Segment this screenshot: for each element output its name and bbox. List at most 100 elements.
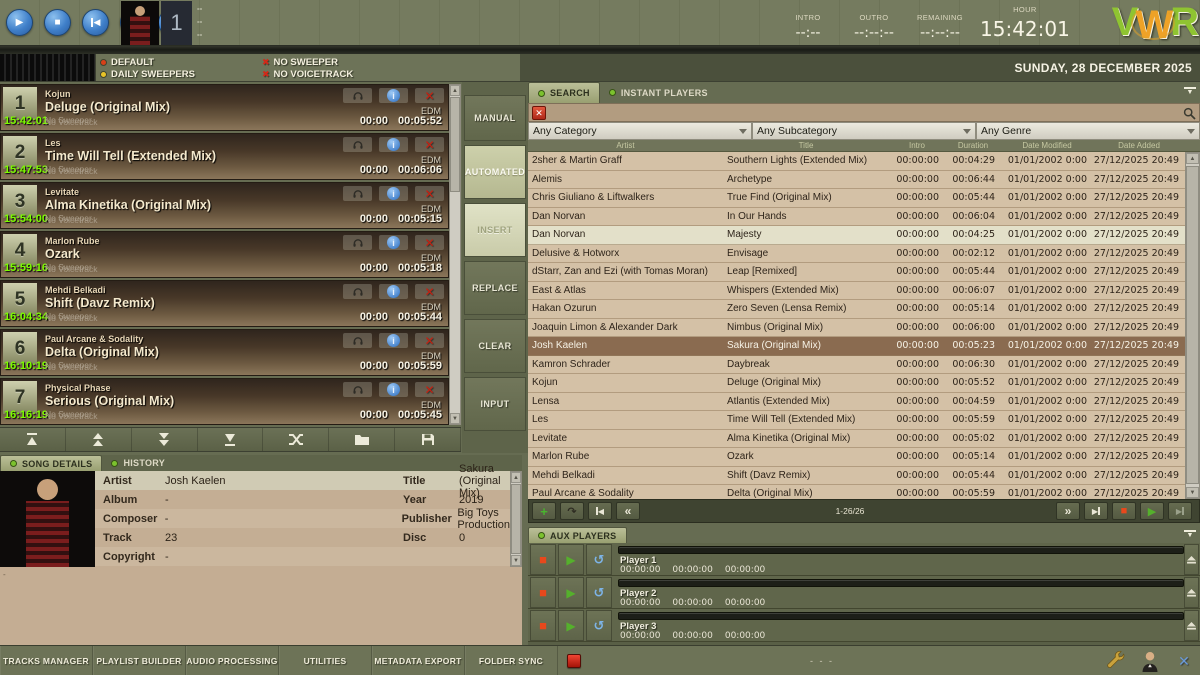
scroll-down-icon[interactable]: ▼: [511, 555, 521, 566]
track-info-button[interactable]: i: [379, 382, 408, 397]
aux-progress-bar[interactable]: [618, 612, 1184, 620]
playlist-item[interactable]: 516:04:34Mehdi BelkadiShift (Davz Remix)…: [0, 280, 449, 327]
table-row[interactable]: Marlon RubeOzark00:00:0000:05:1401/01/20…: [528, 448, 1200, 467]
aux-stop-button[interactable]: ■: [530, 544, 556, 575]
scrollbar-thumb[interactable]: [1186, 166, 1199, 484]
table-row[interactable]: Delusive & HotworxEnvisage00:00:0000:02:…: [528, 245, 1200, 264]
remove-track-button[interactable]: ✕: [415, 284, 444, 299]
table-row[interactable]: LensaAtlantis (Extended Mix)00:00:0000:0…: [528, 393, 1200, 412]
sweeper-option[interactable]: DAILY SWEEPERS: [100, 69, 195, 79]
table-row[interactable]: AlemisArchetype00:00:0000:06:4401/01/200…: [528, 171, 1200, 190]
utilities-button[interactable]: UTILITIES: [279, 646, 372, 675]
transport-previous-button[interactable]: ◀: [82, 9, 109, 36]
playlist-item[interactable]: 215:47:53LesTime Will Tell (Extended Mix…: [0, 133, 449, 180]
scroll-down-icon[interactable]: ▼: [450, 413, 460, 424]
table-row[interactable]: Mehdi BelkadiShift (Davz Remix)00:00:000…: [528, 467, 1200, 486]
table-row[interactable]: LesTime Will Tell (Extended Mix)00:00:00…: [528, 411, 1200, 430]
aux-tab-aux-players[interactable]: AUX PLAYERS: [528, 527, 627, 543]
move-bottom-button[interactable]: [198, 428, 264, 451]
aux-play-button[interactable]: ▶: [558, 610, 584, 641]
table-row[interactable]: 2sher & Martin GraffSouthern Lights (Ext…: [528, 152, 1200, 171]
forward-button[interactable]: ▶: [1168, 502, 1192, 520]
next-button[interactable]: »: [1056, 502, 1080, 520]
aux-stop-button[interactable]: ■: [530, 610, 556, 641]
preview-headphones-button[interactable]: [343, 137, 372, 152]
clear-search-button[interactable]: ✕: [532, 106, 546, 120]
remove-track-button[interactable]: ✕: [415, 333, 444, 348]
table-row[interactable]: East & AtlasWhispers (Extended Mix)00:00…: [528, 282, 1200, 301]
results-scrollbar[interactable]: ▲ ▼: [1185, 152, 1200, 499]
table-row[interactable]: Josh KaelenSakura (Original Mix)00:00:00…: [528, 337, 1200, 356]
aux-stop-button[interactable]: ■: [530, 577, 556, 608]
shuffle-button[interactable]: [263, 428, 329, 451]
column-header-intro[interactable]: Intro: [889, 140, 945, 151]
playlist-item[interactable]: 616:10:19Paul Arcane & SodalityDelta (Or…: [0, 329, 449, 376]
auto-sort-button[interactable]: ↷: [560, 502, 584, 520]
transport-stop-button[interactable]: ■: [44, 9, 71, 36]
details-tab-song-details[interactable]: SONG DETAILS: [0, 455, 102, 471]
stop-button[interactable]: ■: [1112, 502, 1136, 520]
column-header-title[interactable]: Title: [723, 140, 889, 151]
aux-play-button[interactable]: ▶: [558, 544, 584, 575]
remove-track-button[interactable]: ✕: [415, 137, 444, 152]
transport-play-button[interactable]: ▶: [6, 9, 33, 36]
scroll-down-icon[interactable]: ▼: [1186, 487, 1199, 498]
track-info-button[interactable]: i: [379, 284, 408, 299]
sweeper-option[interactable]: DEFAULT: [100, 57, 195, 67]
aux-eject-button[interactable]: [1184, 577, 1199, 608]
move-top-button[interactable]: [0, 428, 66, 451]
table-row[interactable]: Chris Giuliano & LiftwalkersTrue Find (O…: [528, 189, 1200, 208]
track-info-button[interactable]: i: [379, 235, 408, 250]
add-button[interactable]: +: [532, 502, 556, 520]
playlist-item[interactable]: 315:54:00LevitateAlma Kinetika (Original…: [0, 182, 449, 229]
save-button[interactable]: [395, 428, 461, 451]
table-row[interactable]: Joaquin Limon & Alexander DarkNimbus (Or…: [528, 319, 1200, 338]
preview-headphones-button[interactable]: [343, 284, 372, 299]
preview-headphones-button[interactable]: [343, 382, 372, 397]
scroll-up-icon[interactable]: ▲: [450, 85, 460, 96]
aux-loop-button[interactable]: ↺: [586, 577, 612, 608]
aux-loop-button[interactable]: ↺: [586, 610, 612, 641]
metadata-export-button[interactable]: METADATA EXPORT: [372, 646, 465, 675]
remove-track-button[interactable]: ✕: [415, 186, 444, 201]
table-row[interactable]: Dan NorvanIn Our Hands00:00:0000:06:0401…: [528, 208, 1200, 227]
mode-replace-button[interactable]: REPLACE: [464, 261, 526, 315]
previous-button[interactable]: «: [616, 502, 640, 520]
remove-track-button[interactable]: ✕: [415, 382, 444, 397]
stop-all-button[interactable]: [567, 654, 581, 668]
table-row[interactable]: LevitateAlma Kinetika (Original Mix)00:0…: [528, 430, 1200, 449]
filter-dropdown-any-subcategory[interactable]: Any Subcategory: [752, 122, 976, 140]
aux-progress-bar[interactable]: [618, 546, 1184, 554]
folder-sync-button[interactable]: FOLDER SYNC: [465, 646, 558, 675]
table-row[interactable]: Kamron SchraderDaybreak00:00:0000:06:300…: [528, 356, 1200, 375]
remove-track-button[interactable]: ✕: [415, 88, 444, 103]
preview-headphones-button[interactable]: [343, 186, 372, 201]
table-row[interactable]: Paul Arcane & SodalityDelta (Original Mi…: [528, 485, 1200, 499]
column-header-date-modified[interactable]: Date Modified: [1001, 140, 1093, 151]
track-info-button[interactable]: i: [379, 186, 408, 201]
filter-dropdown-any-genre[interactable]: Any Genre: [976, 122, 1200, 140]
playlist-builder-button[interactable]: PLAYLIST BUILDER: [93, 646, 186, 675]
audio-processing-button[interactable]: AUDIO PROCESSING: [186, 646, 279, 675]
playlist-scrollbar[interactable]: ▲ ▼: [449, 84, 461, 425]
playlist-item[interactable]: 415:59:16Marlon RubeOzarkNo SweeperNo Vo…: [0, 231, 449, 278]
search-input[interactable]: ✕: [528, 103, 1200, 122]
aux-progress-bar[interactable]: [618, 579, 1184, 587]
move-up-button[interactable]: [66, 428, 132, 451]
mode-insert-button[interactable]: INSERT: [464, 203, 526, 257]
playlist-item[interactable]: 716:16:19Physical PhaseSerious (Original…: [0, 378, 449, 425]
scroll-up-icon[interactable]: ▲: [1186, 153, 1199, 164]
mode-input-button[interactable]: INPUT: [464, 377, 526, 431]
track-info-button[interactable]: i: [379, 333, 408, 348]
preview-headphones-button[interactable]: [343, 88, 372, 103]
filter-dropdown-any-category[interactable]: Any Category: [528, 122, 752, 140]
aux-eject-button[interactable]: [1184, 610, 1199, 641]
mode-clear-button[interactable]: CLEAR: [464, 319, 526, 373]
open-folder-button[interactable]: [329, 428, 395, 451]
play-button[interactable]: ▶: [1140, 502, 1164, 520]
preview-headphones-button[interactable]: [343, 333, 372, 348]
aux-play-button[interactable]: ▶: [558, 577, 584, 608]
preview-headphones-button[interactable]: [343, 235, 372, 250]
collapse-panel-button[interactable]: ▼: [1184, 87, 1196, 97]
scrollbar-thumb[interactable]: [511, 484, 521, 554]
